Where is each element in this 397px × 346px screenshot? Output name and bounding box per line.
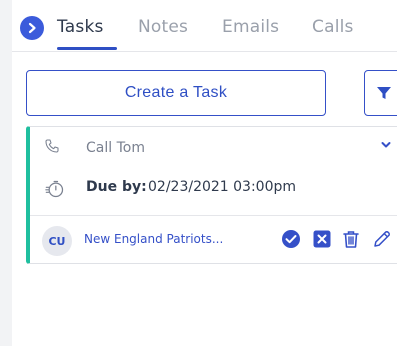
- tab-bar: Tasks Notes Emails Calls: [12, 0, 397, 52]
- task-title: Call Tom: [86, 140, 145, 156]
- task-title-row[interactable]: Call Tom: [30, 127, 397, 167]
- active-tab-indicator: [57, 47, 117, 50]
- tab-notes[interactable]: Notes: [138, 16, 188, 38]
- tab-tasks[interactable]: Tasks: [57, 16, 104, 38]
- close-icon[interactable]: [312, 229, 332, 249]
- filter-icon: [377, 87, 391, 99]
- related-row: CU New England Patriots...: [30, 216, 397, 264]
- due-label: Due by:: [86, 179, 147, 195]
- avatar: CU: [42, 226, 72, 256]
- related-record-link[interactable]: New England Patriots...: [84, 232, 223, 246]
- chevron-right-icon: [28, 22, 36, 34]
- task-card[interactable]: Call Tom Due by: 02/23/2021 03:00pm CU N…: [26, 126, 397, 264]
- due-value: 02/23/2021 03:00pm: [148, 179, 297, 195]
- sidebar-strip: [0, 0, 12, 346]
- trash-icon[interactable]: [341, 229, 361, 249]
- tab-emails[interactable]: Emails: [222, 16, 279, 38]
- phone-icon: [45, 139, 59, 153]
- complete-icon[interactable]: [281, 229, 301, 249]
- chevron-down-icon[interactable]: [380, 139, 392, 151]
- filter-button[interactable]: [364, 70, 397, 116]
- timer-icon: [45, 180, 64, 198]
- tab-calls[interactable]: Calls: [312, 16, 354, 38]
- expand-toggle-button[interactable]: [20, 16, 44, 40]
- create-task-button[interactable]: Create a Task: [26, 70, 326, 116]
- edit-icon[interactable]: [372, 229, 392, 249]
- due-date-row: Due by: 02/23/2021 03:00pm: [30, 167, 397, 215]
